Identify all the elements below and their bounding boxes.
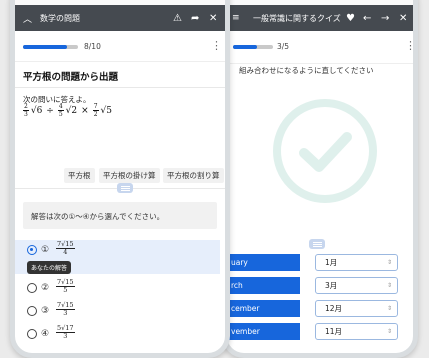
radical: √6 (30, 105, 43, 116)
progress-bar (233, 45, 273, 49)
operator: × (81, 105, 89, 116)
answer-instruction-box: 解答は次の①～④から選んでください。 (23, 202, 217, 229)
month-select-value: 3月 (325, 281, 338, 290)
fraction-numerator: 4 (57, 103, 64, 111)
app-bar-title: 一般常識に関するクイズ (253, 13, 341, 23)
radio-unselected-icon[interactable] (27, 283, 37, 293)
month-select[interactable]: 12月 ⇕ (315, 300, 398, 317)
progress-section: 3/5 ⋮ (227, 31, 413, 64)
math-expression: 23 √6 ÷ 45 √2 × 72 √5 (23, 103, 112, 118)
app-bar: ︿ 数学の問題 ⚠ ➦ ✕ (15, 5, 225, 31)
signal-icon: ▮▮▮ (182, 0, 194, 1)
answer-option-1[interactable]: ① 7√15 4 あなたの解答 (15, 240, 220, 274)
answer-option-4[interactable]: ④ 5√17 3 (15, 323, 220, 345)
progress-label: 8/10 (84, 42, 101, 51)
operator: ÷ (46, 105, 54, 116)
month-select[interactable]: 11月 ⇕ (315, 323, 398, 340)
fraction: 45 (57, 103, 64, 118)
wifi-icon: ◠ (388, 0, 395, 1)
progress-bar-fill (233, 45, 257, 49)
option-number: ④ (41, 329, 50, 339)
progress-label: 3/5 (277, 42, 290, 51)
back-arrow-icon[interactable]: ← (363, 5, 371, 31)
answer-instruction: 解答は次の①～④から選んでください。 (31, 212, 165, 221)
drag-handle[interactable] (309, 239, 325, 249)
answer-option-2[interactable]: ② 7√15 5 (15, 277, 220, 299)
option-fraction: 7√15 5 (56, 279, 75, 294)
progress-section: 8/10 ⋮ (15, 31, 225, 62)
match-term[interactable]: rch (227, 277, 300, 294)
tag-chip[interactable]: 平方根の割り算 (163, 168, 224, 183)
radical: √2 (65, 105, 78, 116)
option-number: ② (41, 283, 50, 293)
fraction-numerator: 2 (23, 103, 29, 111)
fraction-numerator: 7 (92, 103, 99, 111)
more-options-icon[interactable]: ⋮ (405, 40, 413, 51)
share-icon[interactable]: ➦ (191, 5, 199, 31)
fraction-denominator: 3 (63, 309, 68, 317)
month-select[interactable]: 1月 ⇕ (315, 254, 398, 271)
close-icon[interactable]: ✕ (399, 5, 407, 31)
collapse-chevron-icon[interactable]: ︿ (23, 5, 32, 31)
your-answer-badge: あなたの解答 (27, 261, 72, 274)
warning-icon[interactable]: ⚠ (173, 5, 182, 31)
fraction-denominator: 2 (93, 111, 98, 118)
radio-unselected-icon[interactable] (27, 329, 37, 339)
radical: √5 (100, 105, 112, 116)
option-number: ③ (41, 306, 50, 316)
tag-chip[interactable]: 平方根の掛け算 (99, 168, 160, 183)
signal-icon: ▮▮▮ (373, 0, 385, 1)
option-number: ① (41, 245, 50, 255)
match-term[interactable]: cember (227, 300, 300, 317)
match-term[interactable]: vember (227, 323, 300, 340)
check-circle-icon (273, 99, 377, 203)
month-select-value: 1月 (325, 258, 338, 267)
progress-bar-fill (23, 45, 67, 49)
instruction-text: 組み合わせになるように直してください (239, 66, 374, 75)
fraction-denominator: 4 (63, 248, 68, 256)
fraction-denominator: 3 (63, 332, 68, 340)
tag-chip[interactable]: 平方根 (64, 168, 95, 183)
close-icon[interactable]: ✕ (209, 5, 217, 31)
month-select-value: 11月 (325, 327, 343, 336)
radio-selected-icon[interactable] (27, 245, 37, 255)
updown-caret-icon: ⇕ (386, 305, 392, 312)
drag-handle[interactable] (117, 183, 133, 193)
match-term[interactable]: uary (227, 254, 300, 271)
progress-bar (23, 45, 78, 49)
radio-unselected-icon[interactable] (27, 306, 37, 316)
fraction: 72 (92, 103, 99, 118)
question-title: 平方根の問題から出題 (23, 72, 119, 83)
month-select[interactable]: 3月 ⇕ (315, 277, 398, 294)
heart-icon[interactable]: ♥ (346, 5, 355, 31)
updown-caret-icon: ⇕ (386, 259, 392, 266)
quiz-phone-general: ▮▮▮ ◠ ≡ 一般常識に関するクイズ ♥ ← → ✕ 3/5 ⋮ 組み合わせに… (222, 0, 418, 358)
menu-icon[interactable]: ≡ (232, 5, 240, 31)
answer-option-3[interactable]: ③ 7√15 3 (15, 300, 220, 322)
forward-arrow-icon[interactable]: → (381, 5, 389, 31)
fraction-denominator: 3 (24, 111, 28, 118)
updown-caret-icon: ⇕ (386, 282, 392, 289)
option-fraction: 5√17 3 (56, 325, 75, 340)
fraction-denominator: 5 (63, 286, 68, 294)
month-select-value: 12月 (325, 304, 343, 313)
updown-caret-icon: ⇕ (386, 328, 392, 335)
fraction: 23 (23, 103, 29, 118)
app-bar-title: 数学の問題 (40, 13, 80, 23)
more-options-icon[interactable]: ⋮ (211, 40, 222, 51)
wifi-icon: ◠ (197, 0, 204, 1)
option-fraction: 7√15 4 (56, 241, 75, 256)
option-fraction: 7√15 3 (56, 302, 75, 317)
title-divider (15, 87, 225, 88)
app-bar: ≡ 一般常識に関するクイズ ♥ ← → ✕ (227, 5, 413, 31)
quiz-phone-math: ▮▮▮ ◠ ︿ 数学の問題 ⚠ ➦ ✕ 8/10 ⋮ 平方根の問題から出題 次の… (10, 0, 230, 358)
fraction-denominator: 5 (58, 111, 63, 118)
